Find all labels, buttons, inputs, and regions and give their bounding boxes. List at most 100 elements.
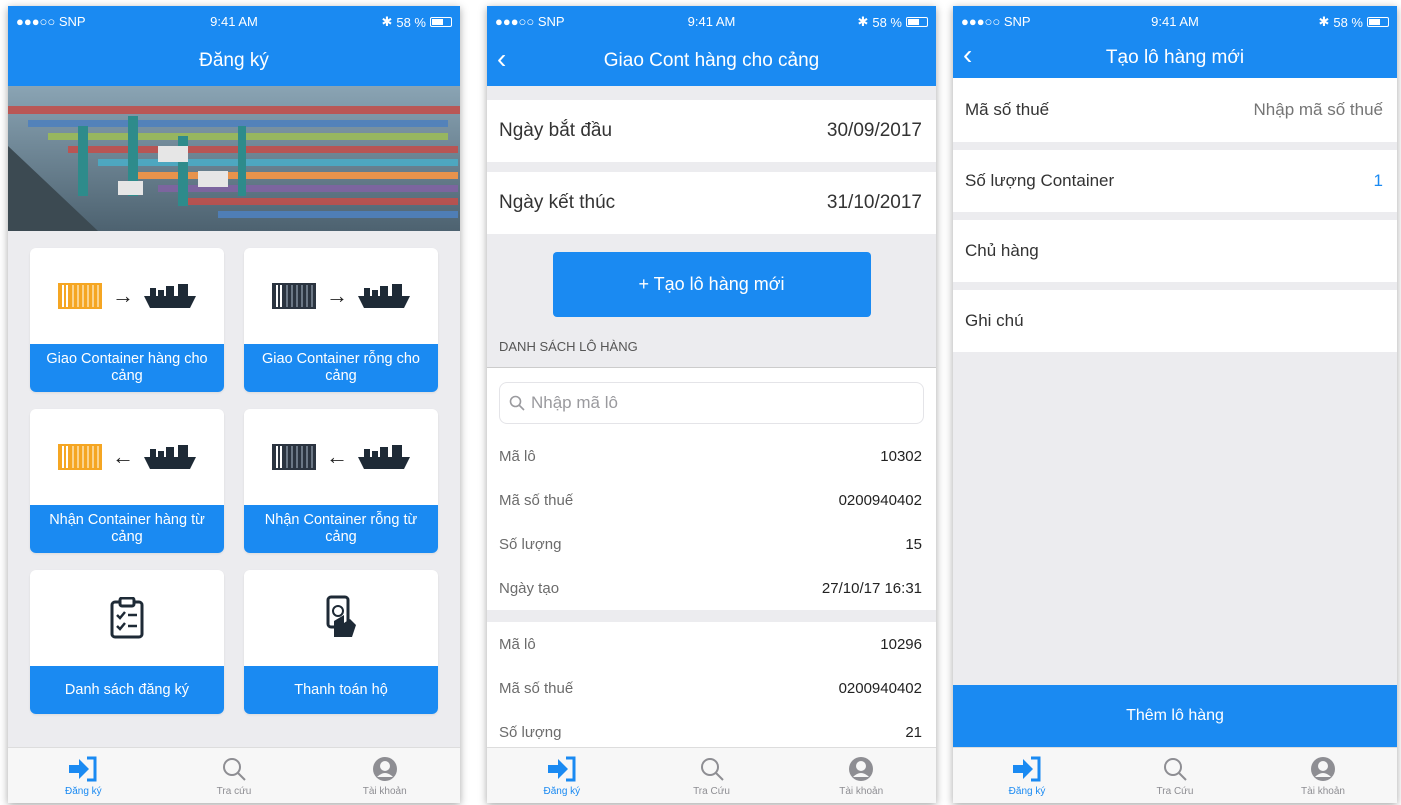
tile-receive-empty-container[interactable]: ← Nhận Container rỗng từ cảng <box>244 409 438 553</box>
status-bar: ●●●○○ SNP 9:41 AM ✱ 58 % <box>8 6 460 36</box>
field-value: 21 <box>905 723 922 741</box>
tab-lookup[interactable]: Tra Cứu <box>637 748 787 803</box>
lot-row-code: Mã lô 10302 <box>487 434 936 478</box>
tab-label: Tra Cứu <box>1156 786 1194 797</box>
tile-art: ← <box>30 409 224 505</box>
tile-proxy-payment[interactable]: Thanh toán hộ <box>244 570 438 714</box>
note-label: Ghi chú <box>965 311 1024 330</box>
lot-row-date: Ngày tạo 27/10/17 16:31 <box>487 566 936 610</box>
status-bar: ●●●○○ SNP 9:41 AM ✱ 58 % <box>487 6 936 36</box>
tab-label: Tài khoản <box>1301 786 1345 797</box>
field-value: 0200940402 <box>838 491 922 509</box>
port-banner-image <box>8 86 460 231</box>
user-circle-icon <box>849 757 874 781</box>
sign-in-icon <box>69 756 97 782</box>
tax-code-input[interactable] <box>1203 100 1383 120</box>
field-label: Mã lô <box>499 635 536 653</box>
tab-account[interactable]: Tài khoản <box>786 748 936 803</box>
search-icon <box>700 758 724 781</box>
end-date-row[interactable]: Ngày kết thúc 31/10/2017 <box>487 172 936 234</box>
ship-icon <box>358 284 410 308</box>
create-lot-button[interactable]: + Tạo lô hàng mới <box>552 252 871 317</box>
battery-percent: 58 % <box>1333 14 1363 30</box>
ship-icon <box>358 445 410 469</box>
page-title: Giao Cont hàng cho cảng <box>603 50 820 71</box>
field-value: 10302 <box>880 447 922 465</box>
tab-register[interactable]: Đăng ký <box>8 748 159 803</box>
tab-label: Đăng ký <box>64 786 102 797</box>
field-label: Mã lô <box>499 447 536 465</box>
container-qty-label: Số lượng Container <box>965 171 1115 190</box>
arrow-right-icon: → <box>326 283 348 308</box>
owner-row[interactable]: Chủ hàng <box>953 220 1397 282</box>
sign-in-icon <box>547 756 576 782</box>
tab-account[interactable]: Tài khoản <box>309 748 460 803</box>
hand-payment-icon <box>326 595 356 637</box>
tile-art: → <box>244 248 438 344</box>
screen-deliver-container: ●●●○○ SNP 9:41 AM ✱ 58 % ‹ Giao Cont hàn… <box>487 6 936 803</box>
search-placeholder: Nhập mã lô <box>531 393 618 412</box>
tab-register[interactable]: Đăng ký <box>487 748 637 803</box>
tab-register[interactable]: Đăng ký <box>953 748 1101 803</box>
tab-bar: Đăng ký Tra Cứu Tài khoản <box>487 747 936 803</box>
lot-card[interactable]: Mã lô 10302 Mã số thuế 0200940402 Số lượng… <box>487 434 936 610</box>
search-icon <box>1164 758 1187 781</box>
tile-receive-full-container[interactable]: ← Nhận Container hàng từ cảng <box>30 409 224 553</box>
field-label: Ngày tạo <box>499 579 560 597</box>
tile-label: Thanh toán hộ <box>244 666 438 714</box>
field-value: 0200940402 <box>838 679 922 697</box>
tab-lookup[interactable]: Tra Cứu <box>1101 748 1249 803</box>
screen-create-lot: ●●●○○ SNP 9:41 AM ✱ 58 % ‹ Tạo lô hàng m… <box>953 6 1397 803</box>
tab-account[interactable]: Tài khoản <box>1249 748 1397 803</box>
status-bar: ●●●○○ SNP 9:41 AM ✱ 58 % <box>953 6 1397 36</box>
field-label: Mã số thuế <box>499 679 574 697</box>
lot-row-qty: Số lượng 15 <box>487 522 936 566</box>
dark-container-icon <box>272 283 316 309</box>
tab-lookup[interactable]: Tra cứu <box>159 748 310 803</box>
container-qty-value[interactable]: 1 <box>1374 171 1383 191</box>
lot-card[interactable]: Mã lô 10296 Mã số thuế 0200940402 Số lượng… <box>487 622 936 754</box>
field-label: Mã số thuế <box>499 491 574 509</box>
status-right: ✱ 58 % <box>381 14 452 30</box>
bluetooth-icon: ✱ <box>381 14 393 29</box>
status-right: ✱ 58 % <box>857 14 928 30</box>
search-icon <box>223 758 246 781</box>
note-row[interactable]: Ghi chú <box>953 290 1397 352</box>
tile-registration-list[interactable]: Danh sách đăng ký <box>30 570 224 714</box>
tab-label: Tài khoản <box>839 786 884 797</box>
tile-art <box>244 570 438 666</box>
field-label: Số lượng <box>499 723 562 741</box>
battery-icon <box>430 17 452 27</box>
end-date-value: 31/10/2017 <box>826 192 922 213</box>
start-date-value: 30/09/2017 <box>826 120 922 141</box>
tile-deliver-empty-container[interactable]: → Giao Container rỗng cho cảng <box>244 248 438 392</box>
arrow-left-icon: ← <box>112 444 134 469</box>
start-date-label: Ngày bắt đầu <box>499 120 613 141</box>
tile-label: Nhận Container rỗng từ cảng <box>244 505 438 553</box>
orange-container-icon <box>58 283 102 309</box>
search-icon <box>509 395 525 411</box>
nav-bar: ‹ Giao Cont hàng cho cảng <box>487 36 936 86</box>
ship-icon <box>144 445 196 469</box>
lot-row-tax: Mã số thuế 0200940402 <box>487 478 936 522</box>
tile-label: Nhận Container hàng từ cảng <box>30 505 224 553</box>
field-value: 15 <box>905 535 922 553</box>
lot-list-heading: DANH SÁCH LÔ HÀNG <box>499 339 638 354</box>
nav-bar: ‹ Tạo lô hàng mới <box>953 36 1397 78</box>
page-title: Đăng ký <box>199 50 269 71</box>
lot-search-input[interactable]: Nhập mã lô <box>499 382 924 424</box>
battery-icon <box>906 17 928 27</box>
orange-container-icon <box>58 444 102 470</box>
start-date-row[interactable]: Ngày bắt đầu 30/09/2017 <box>487 100 936 162</box>
tile-deliver-full-container[interactable]: → Giao Container hàng cho cảng <box>30 248 224 392</box>
add-lot-button[interactable]: Thêm lô hàng <box>953 685 1397 747</box>
tab-label: Tra Cứu <box>693 786 730 797</box>
field-label: Số lượng <box>499 535 562 553</box>
container-qty-row[interactable]: Số lượng Container 1 <box>953 150 1397 212</box>
menu-grid: → Giao Container hàng cho cảng → Giao Co… <box>8 231 460 714</box>
nav-bar: Đăng ký <box>8 36 460 86</box>
